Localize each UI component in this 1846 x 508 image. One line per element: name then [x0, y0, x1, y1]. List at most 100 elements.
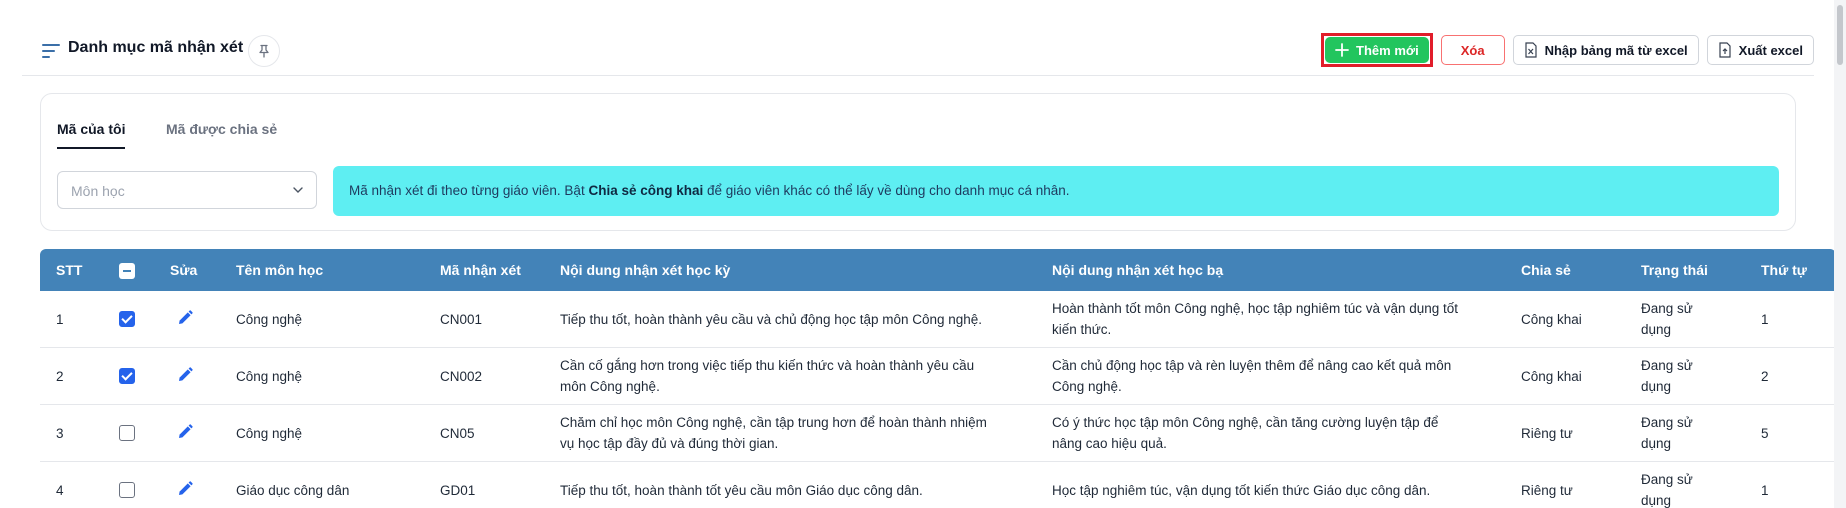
row-share: Công khai	[1521, 312, 1582, 327]
table-row[interactable]: 2 Công nghệ CN002 Cần cố gắng hơn trong việ…	[40, 348, 1836, 405]
scrollbar-thumb[interactable]	[1837, 5, 1843, 65]
plus-icon	[1335, 43, 1349, 57]
table-header: STT Sửa Tên môn học Mã nhận xét Nội dung…	[40, 249, 1836, 291]
add-new-label: Thêm mới	[1356, 42, 1419, 58]
select-all-checkbox[interactable]	[119, 263, 135, 279]
row-subject: Giáo dục công dân	[236, 483, 350, 498]
row-status-line: Đang sử	[1641, 301, 1693, 316]
row-semester-comment: Tiếp thu tốt, hoàn thành yêu cầu và chủ …	[560, 309, 982, 330]
row-code: CN05	[440, 426, 475, 441]
row-record-comment: Cần chủ động học tập và rèn luyện thêm đ…	[1052, 355, 1451, 397]
import-excel-button[interactable]: Nhập bảng mã từ excel	[1512, 35, 1699, 65]
row-status-line: Đang sử	[1641, 358, 1693, 373]
export-excel-label: Xuất excel	[1738, 42, 1803, 58]
export-file-icon	[1719, 42, 1731, 58]
row-status-line: dụng	[1641, 322, 1672, 337]
row-share: Riêng tư	[1521, 426, 1573, 441]
vertical-scrollbar[interactable]	[1834, 0, 1846, 508]
row-semester-comment: Cần cố gắng hơn trong việc tiếp thu kiến…	[560, 355, 974, 397]
export-excel-button[interactable]: Xuất excel	[1706, 35, 1814, 65]
table-row[interactable]: 3 Công nghệ CN05 Chăm chỉ học môn Công nghệ…	[40, 405, 1836, 462]
comment-code-table: STT Sửa Tên môn học Mã nhận xét Nội dung…	[40, 249, 1836, 508]
col-stt: STT	[56, 262, 83, 278]
col-semester-comment: Nội dung nhận xét học kỳ	[560, 262, 731, 278]
row-stt: 2	[56, 369, 64, 384]
table-body: 1 Công nghệ CN001 Tiếp thu tốt, hoàn thành …	[40, 291, 1836, 508]
row-status-line: dụng	[1641, 436, 1672, 451]
pin-button[interactable]	[248, 35, 280, 67]
col-subject: Tên môn học	[236, 262, 324, 278]
row-share: Công khai	[1521, 369, 1582, 384]
row-code: CN001	[440, 312, 483, 327]
info-text-highlight: Chia sẻ công khai	[588, 183, 704, 198]
row-record-comment-line: Có ý thức học tập môn Công nghệ, cần tăn…	[1052, 415, 1439, 430]
page-header: Danh mục mã nhận xét Thêm mới Xóa Nhập b…	[22, 18, 1814, 76]
pencil-icon[interactable]	[176, 366, 194, 384]
col-edit: Sửa	[170, 262, 198, 278]
row-subject: Công nghệ	[236, 369, 303, 384]
row-checkbox[interactable]	[119, 311, 135, 327]
subject-select-placeholder: Môn học	[71, 183, 125, 199]
subject-select[interactable]: Môn học	[57, 171, 317, 209]
row-semester-comment-line: Cần cố gắng hơn trong việc tiếp thu kiến…	[560, 358, 975, 373]
row-record-comment: Có ý thức học tập môn Công nghệ, cần tăn…	[1052, 412, 1438, 454]
row-semester-comment-line: Chăm chỉ học môn Công nghệ, cần tập trun…	[560, 415, 987, 430]
row-checkbox[interactable]	[119, 482, 135, 498]
col-status: Trạng thái	[1641, 262, 1708, 278]
row-code: GD01	[440, 483, 476, 498]
row-checkbox[interactable]	[119, 368, 135, 384]
table-row[interactable]: 4 Giáo dục công dân GD01 Tiếp thu tốt, hoàn…	[40, 462, 1836, 508]
row-status: Đang sử dụng	[1641, 469, 1693, 508]
col-code: Mã nhận xét	[440, 262, 521, 278]
active-tab-indicator	[57, 147, 125, 149]
row-semester-comment-line: Tiếp thu tốt, hoàn thành yêu cầu và chủ …	[560, 312, 983, 327]
row-order: 5	[1761, 426, 1769, 441]
row-status-line: dụng	[1641, 379, 1672, 394]
row-record-comment-line: Học tập nghiêm túc, vận dụng tốt kiến th…	[1052, 483, 1431, 498]
row-semester-comment-line: môn Công nghệ.	[560, 379, 660, 394]
add-new-button[interactable]: Thêm mới	[1325, 37, 1429, 63]
row-semester-comment: Chăm chỉ học môn Công nghệ, cần tập trun…	[560, 412, 987, 454]
pencil-icon[interactable]	[176, 309, 194, 327]
row-semester-comment-line: Tiếp thu tốt, hoàn thành tốt yêu cầu môn…	[560, 483, 923, 498]
row-semester-comment: Tiếp thu tốt, hoàn thành tốt yêu cầu môn…	[560, 480, 923, 501]
row-stt: 3	[56, 426, 64, 441]
row-record-comment-line: Hoàn thành tốt môn Công nghệ, học tập ng…	[1052, 301, 1459, 316]
row-status: Đang sử dụng	[1641, 355, 1693, 397]
row-record-comment: Học tập nghiêm túc, vận dụng tốt kiến th…	[1052, 480, 1430, 501]
page-title: Danh mục mã nhận xét	[68, 39, 244, 56]
chevron-down-icon	[293, 187, 303, 193]
filter-lines-icon[interactable]	[42, 44, 60, 58]
col-order: Thứ tự	[1761, 262, 1807, 278]
import-excel-label: Nhập bảng mã từ excel	[1544, 42, 1688, 58]
row-status-line: Đang sử	[1641, 472, 1693, 487]
tab-my-codes[interactable]: Mã của tôi	[57, 121, 125, 137]
row-status: Đang sử dụng	[1641, 298, 1693, 340]
delete-button[interactable]: Xóa	[1440, 35, 1505, 65]
delete-label: Xóa	[1460, 42, 1485, 58]
pencil-icon[interactable]	[176, 480, 194, 498]
filter-card: Mã của tôi Mã được chia sẻ Môn học Mã nh…	[40, 93, 1796, 231]
row-record-comment-line: nâng cao hiệu quả.	[1052, 436, 1167, 451]
row-code: CN002	[440, 369, 483, 384]
table-row[interactable]: 1 Công nghệ CN001 Tiếp thu tốt, hoàn thành …	[40, 291, 1836, 348]
row-order: 1	[1761, 312, 1769, 327]
row-stt: 4	[56, 483, 64, 498]
excel-file-icon	[1524, 42, 1537, 58]
row-subject: Công nghệ	[236, 312, 303, 327]
info-text-suffix: để giáo viên khác có thể lấy về dùng cho…	[703, 183, 1070, 198]
tab-shared-codes[interactable]: Mã được chia sẻ	[166, 121, 277, 137]
toolbar-actions: Thêm mới Xóa Nhập bảng mã từ excel Xuất …	[1321, 33, 1814, 67]
pencil-icon[interactable]	[176, 423, 194, 441]
row-status-line: dụng	[1641, 493, 1672, 508]
row-subject: Công nghệ	[236, 426, 303, 441]
row-checkbox[interactable]	[119, 425, 135, 441]
row-status-line: Đang sử	[1641, 415, 1693, 430]
row-record-comment-line: Công nghệ.	[1052, 379, 1122, 394]
info-text-prefix: Mã nhận xét đi theo từng giáo viên. Bật	[349, 183, 589, 198]
pin-icon	[259, 44, 269, 58]
row-stt: 1	[56, 312, 64, 327]
row-record-comment-line: Cần chủ động học tập và rèn luyện thêm đ…	[1052, 358, 1452, 373]
row-order: 1	[1761, 483, 1769, 498]
row-share: Riêng tư	[1521, 483, 1573, 498]
